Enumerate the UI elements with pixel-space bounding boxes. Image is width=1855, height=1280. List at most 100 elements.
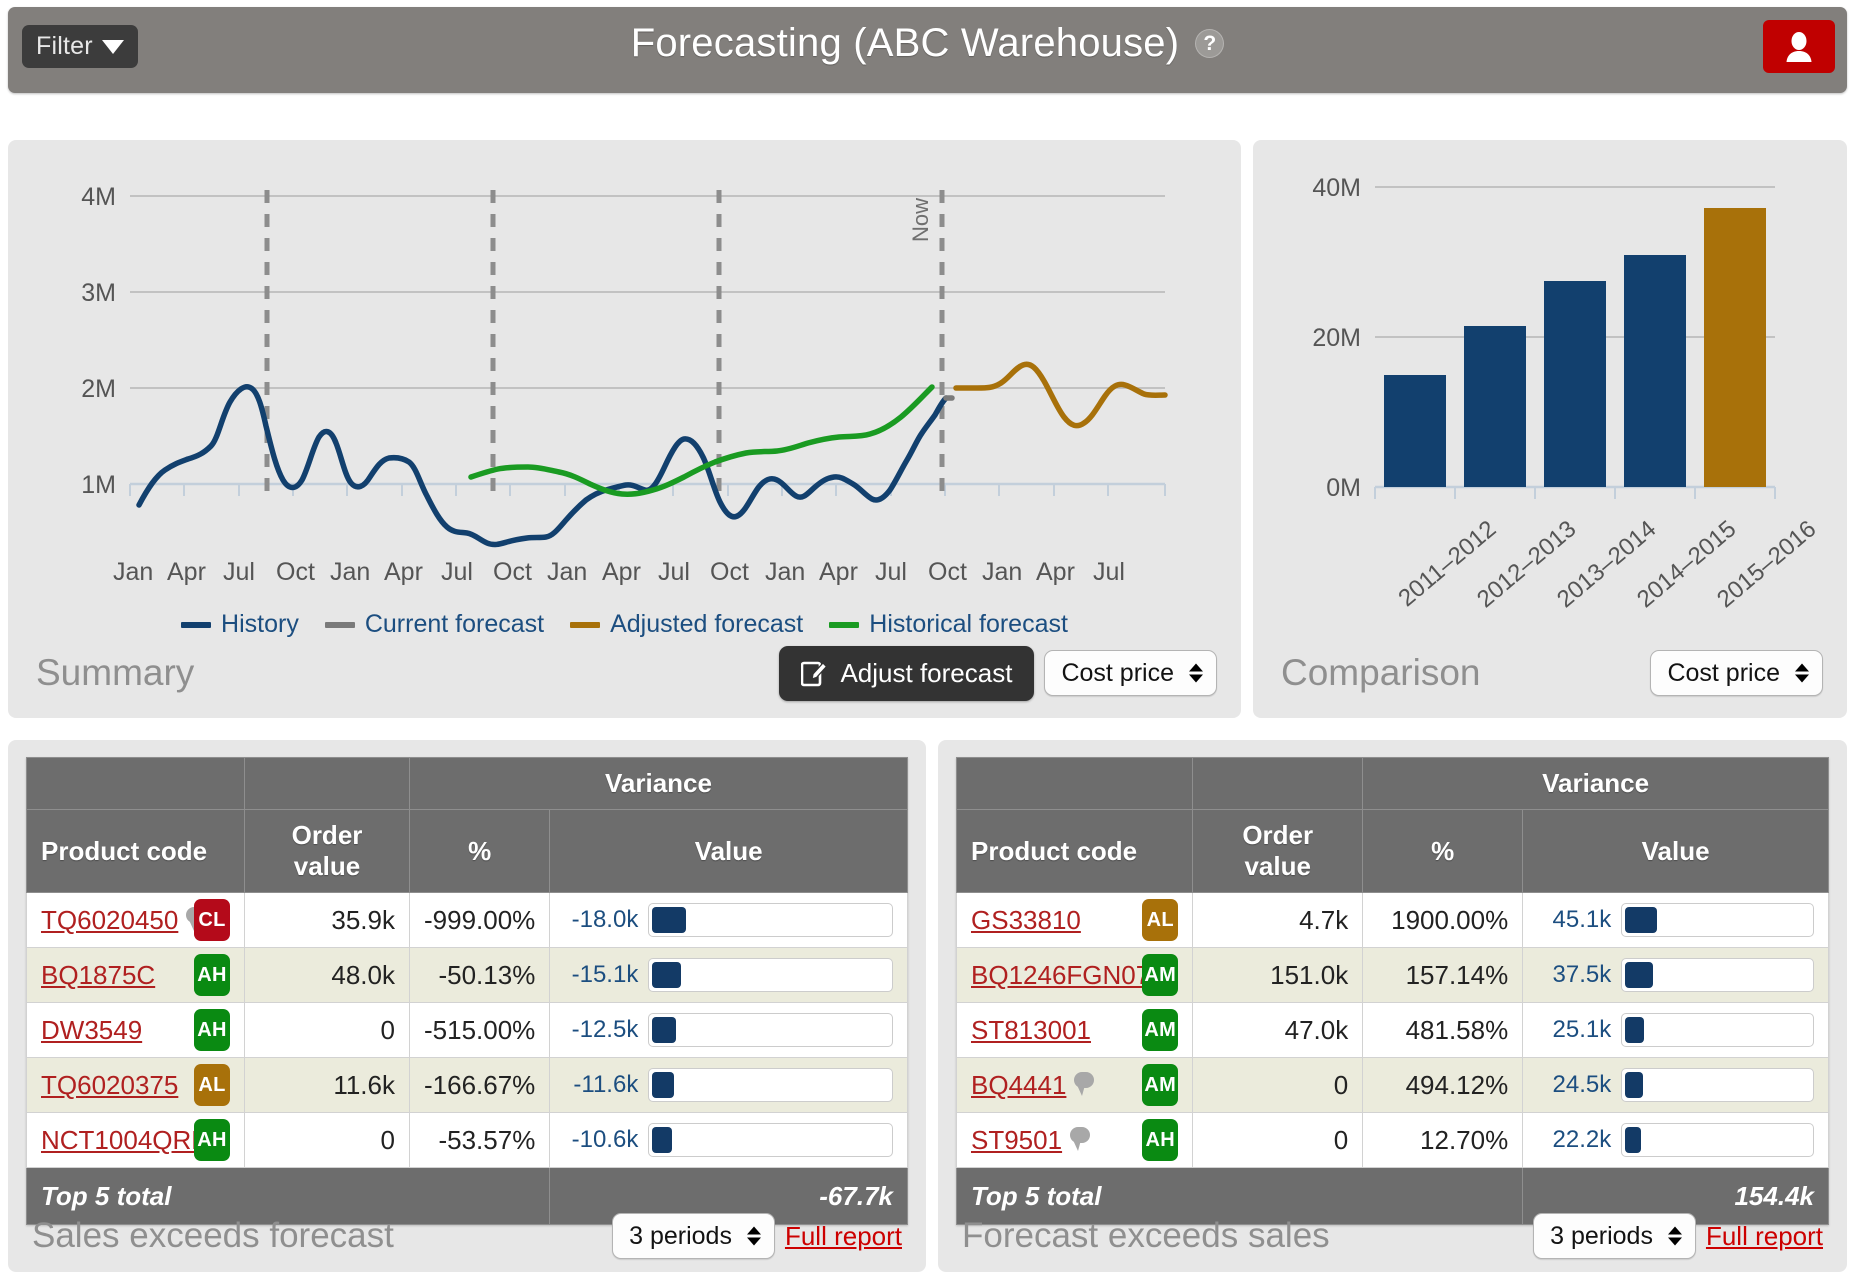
comparison-x-labels: 2011–2012 2012–2013 2013–2014 2014–2015 … <box>1253 490 1847 613</box>
comparison-footer-controls: Cost price <box>1650 650 1823 696</box>
cell-product-code: BQ1246FGN07 AM <box>955 947 1194 1003</box>
left-full-report-link[interactable]: Full report <box>785 1221 902 1252</box>
product-code-link[interactable]: GS33810 <box>971 905 1081 936</box>
header-product-code[interactable]: Product code <box>26 809 245 893</box>
cell-product-code: GS33810 AL <box>955 892 1194 948</box>
header-variance-value[interactable]: Value <box>549 809 908 893</box>
header-variance-value[interactable]: Value <box>1522 809 1829 893</box>
legend-swatch-icon <box>829 621 860 628</box>
table-row[interactable]: TQ6020375 AL 11.6k -166.67% -11.6k <box>26 1057 908 1113</box>
status-badge: AH <box>194 1119 230 1161</box>
variance-bar-track <box>1621 1013 1814 1047</box>
cell-variance-value: -10.6k <box>549 1112 908 1168</box>
product-code-link[interactable]: TQ6020375 <box>41 1070 178 1101</box>
left-periods-value: 3 periods <box>629 1221 732 1250</box>
forecast-exceeds-sales-title: Forecast exceeds sales <box>962 1216 1330 1255</box>
status-badge: AM <box>1142 1009 1179 1051</box>
table-row[interactable]: GS33810 AL 4.7k 1900.00% 45.1k <box>955 892 1829 948</box>
cell-order-value: 0 <box>244 1112 410 1168</box>
cell-variance-pct: 494.12% <box>1362 1057 1524 1113</box>
variance-bar-track <box>1621 903 1814 937</box>
variance-value-label: 45.1k <box>1552 906 1612 933</box>
stepper-arrows-icon <box>746 1226 761 1246</box>
table-row[interactable]: BQ1875C AH 48.0k -50.13% -15.1k <box>26 947 908 1003</box>
x-tick-label: Jul <box>223 558 255 586</box>
top-bar: Filter Forecasting (ABC Warehouse) ? <box>8 7 1847 93</box>
edit-pencil-icon <box>801 661 828 686</box>
product-code-link[interactable]: DW3549 <box>41 1015 142 1046</box>
header-blank-1 <box>26 757 245 810</box>
sales-exceeds-forecast-table: Variance Product code Order value % Valu… <box>25 757 908 1225</box>
cell-order-value: 0 <box>1192 1057 1364 1113</box>
cell-variance-pct: -999.00% <box>408 892 551 948</box>
table-row[interactable]: BQ1246FGN07 AM 151.0k 157.14% 37.5k <box>955 947 1829 1003</box>
comparison-panel: 40M 20M 0M 2011–2012 2012–2013 2013–2014… <box>1253 140 1847 718</box>
cell-order-value: 35.9k <box>244 892 410 948</box>
x-tick-label: Apr <box>384 558 423 586</box>
variance-bar-track <box>1621 958 1814 992</box>
table-row[interactable]: DW3549 AH 0 -515.00% -12.5k <box>26 1002 908 1058</box>
product-code-link[interactable]: NCT1004QRK <box>41 1125 209 1156</box>
cell-product-code: DW3549 AH <box>26 1002 245 1058</box>
product-code-link[interactable]: ST9501 <box>971 1125 1062 1156</box>
adjust-forecast-button[interactable]: Adjust forecast <box>779 645 1035 701</box>
user-account-button[interactable] <box>1763 20 1835 73</box>
variance-bar-track <box>648 1068 893 1102</box>
cell-product-code: BQ4441 AM <box>955 1057 1194 1113</box>
cell-variance-pct: 481.58% <box>1362 1002 1524 1058</box>
header-variance-pct[interactable]: % <box>408 809 551 893</box>
comment-bubble-icon[interactable] <box>1070 1127 1091 1151</box>
table-row[interactable]: TQ6020450 CL 35.9k -999.00% -18.0k <box>26 892 908 948</box>
x-tick-label: Oct <box>276 558 315 586</box>
product-code-link[interactable]: ST813001 <box>971 1015 1091 1046</box>
sales-exceeds-forecast-footer: Sales exceeds forecast 3 periods Full re… <box>8 1200 926 1272</box>
variance-bar-track <box>648 1013 893 1047</box>
header-variance-pct[interactable]: % <box>1362 809 1524 893</box>
x-tick-label: Apr <box>1036 558 1075 586</box>
page-title: Forecasting (ABC Warehouse) <box>630 21 1180 65</box>
right-periods-select[interactable]: 3 periods <box>1533 1213 1696 1259</box>
table-row[interactable]: ST813001 AM 47.0k 481.58% 25.1k <box>955 1002 1829 1058</box>
left-periods-select[interactable]: 3 periods <box>612 1213 775 1259</box>
variance-value-label: 25.1k <box>1552 1016 1612 1043</box>
legend-swatch-icon <box>324 621 355 628</box>
table-header-row: Product code Order value % Value <box>955 809 1829 893</box>
sales-exceeds-forecast-title: Sales exceeds forecast <box>32 1216 394 1255</box>
header-product-code[interactable]: Product code <box>955 809 1194 893</box>
table-row[interactable]: NCT1004QRK AH 0 -53.57% -10.6k <box>26 1112 908 1168</box>
question-mark-icon[interactable]: ? <box>1195 29 1225 58</box>
cell-order-value: 151.0k <box>1192 947 1364 1003</box>
table-row[interactable]: BQ4441 AM 0 494.12% 24.5k <box>955 1057 1829 1113</box>
product-code-link[interactable]: BQ1875C <box>41 960 155 991</box>
cell-product-code: ST9501 AH <box>955 1112 1194 1168</box>
svg-text:40M: 40M <box>1312 174 1361 202</box>
product-code-link[interactable]: BQ1246FGN07 <box>971 960 1150 991</box>
product-code-link[interactable]: BQ4441 <box>971 1070 1066 1101</box>
right-periods-value: 3 periods <box>1550 1221 1653 1250</box>
header-blank-2 <box>1192 757 1364 810</box>
summary-measure-select[interactable]: Cost price <box>1044 650 1217 696</box>
comparison-measure-select[interactable]: Cost price <box>1650 650 1823 696</box>
svg-text:20M: 20M <box>1312 324 1361 352</box>
forecast-exceeds-sales-footer: Forecast exceeds sales 3 periods Full re… <box>938 1200 1847 1272</box>
product-code-link[interactable]: TQ6020450 <box>41 905 178 936</box>
cell-order-value: 0 <box>1192 1112 1364 1168</box>
table-header-group-row: Variance <box>26 757 908 810</box>
x-tick-label: Apr <box>167 558 206 586</box>
cell-variance-value: 45.1k <box>1522 892 1829 948</box>
right-table-controls: 3 periods Full report <box>1533 1213 1823 1259</box>
comment-bubble-icon[interactable] <box>1074 1072 1095 1096</box>
cell-variance-value: 22.2k <box>1522 1112 1829 1168</box>
comparison-measure-value: Cost price <box>1667 658 1780 687</box>
now-marker-label: Now <box>908 198 933 242</box>
status-badge: AH <box>194 1009 230 1051</box>
bar-2012-2013 <box>1464 326 1526 487</box>
table-body: GS33810 AL 4.7k 1900.00% 45.1k BQ1246FGN… <box>955 892 1829 1225</box>
cell-order-value: 11.6k <box>244 1057 410 1113</box>
cell-variance-pct: -166.67% <box>408 1057 551 1113</box>
right-full-report-link[interactable]: Full report <box>1706 1221 1823 1252</box>
header-order-value[interactable]: Order value <box>244 809 410 893</box>
status-badge: AM <box>1142 1064 1179 1106</box>
table-row[interactable]: ST9501 AH 0 12.70% 22.2k <box>955 1112 1829 1168</box>
header-order-value[interactable]: Order value <box>1192 809 1364 893</box>
